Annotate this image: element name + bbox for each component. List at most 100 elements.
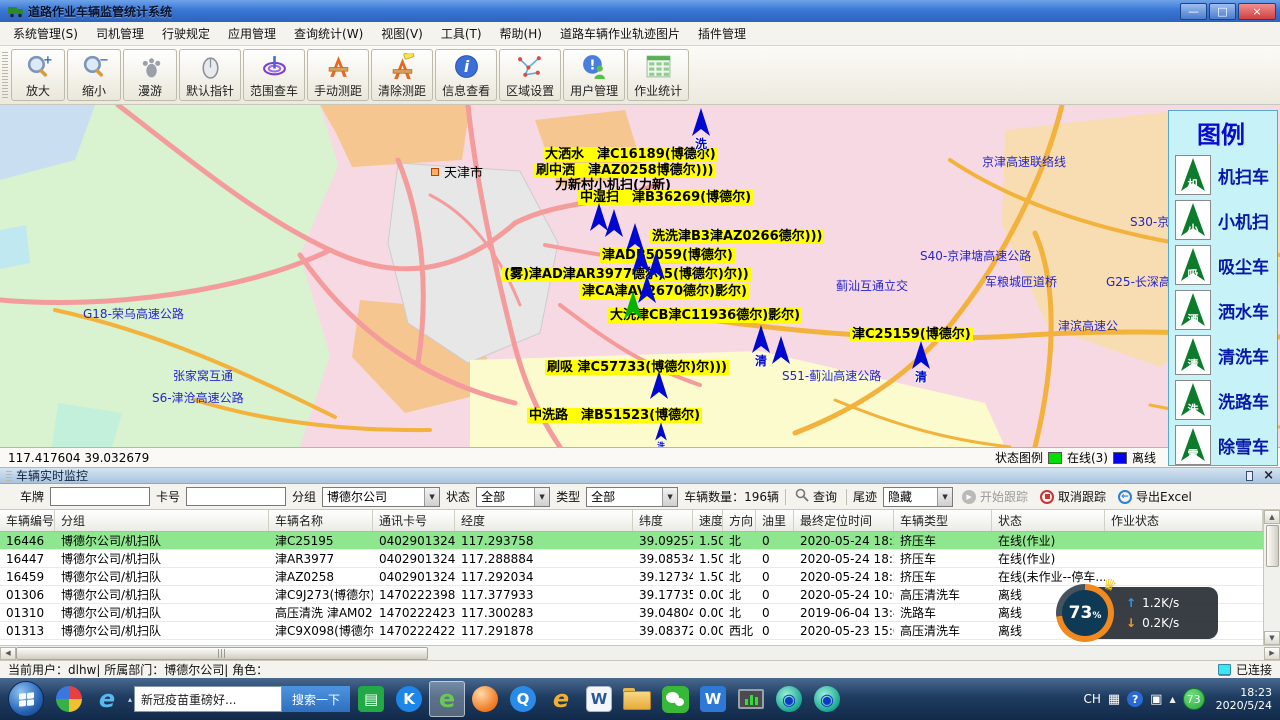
toolbar-measure-button[interactable]: 手动测距 — [307, 49, 369, 101]
help-icon[interactable]: ? — [1127, 691, 1143, 707]
vehicle-marker[interactable] — [622, 291, 644, 321]
toolbar-region-button[interactable]: 区域设置 — [499, 49, 561, 101]
scroll-right-icon[interactable]: ▶ — [1264, 647, 1280, 660]
toolbar-pan-button[interactable]: 漫游 — [123, 49, 177, 101]
kingsoft-icon[interactable]: K — [391, 681, 427, 717]
column-header[interactable]: 车辆编号 — [0, 510, 55, 531]
table-horizontal-scrollbar[interactable]: ◀ ▶ — [0, 645, 1280, 660]
toolbar-erase-button[interactable]: 清除测距 — [371, 49, 433, 101]
column-header[interactable]: 纬度 — [633, 510, 693, 531]
status-select[interactable]: 全部▼ — [476, 487, 550, 507]
menu-item-5[interactable]: 查询统计(W) — [285, 22, 372, 45]
minimize-button[interactable]: — — [1180, 3, 1207, 20]
table-row[interactable]: 16447博德尔公司/机扫队津AR3977040290132417117.288… — [0, 550, 1263, 568]
column-header[interactable]: 油里 — [756, 510, 794, 531]
vehicle-label[interactable]: 洗洗津B3津AZ0266德尔))) — [650, 229, 824, 244]
show-hidden-icons[interactable]: ▲ — [1169, 695, 1175, 704]
pin-icon[interactable] — [1246, 471, 1253, 481]
vehicle-label[interactable]: 刷中洒 津AZ0258博德尔))) — [534, 163, 716, 178]
column-header[interactable]: 经度 — [455, 510, 633, 531]
stacked-windows-icon[interactable]: ▣ — [1150, 692, 1162, 707]
menu-item-9[interactable]: 道路车辆作业轨迹图片 — [551, 22, 689, 45]
vehicle-label[interactable]: (雾)津AD津AR3977德尔)5(博德尔)尔)) — [502, 267, 751, 282]
pinwheel-app-icon[interactable] — [51, 681, 87, 717]
scroll-thumb[interactable] — [1266, 525, 1279, 567]
keyboard-icon[interactable]: ▦ — [1108, 692, 1120, 707]
toolbar-info-button[interactable]: i信息查看 — [435, 49, 497, 101]
map-app-icon-2[interactable]: ◉ — [809, 681, 845, 717]
column-header[interactable]: 速度 — [693, 510, 723, 531]
panel-close-icon[interactable]: × — [1263, 471, 1274, 481]
menu-item-6[interactable]: 视图(V) — [372, 22, 432, 45]
folder-icon[interactable] — [619, 681, 655, 717]
toolbar-users-button[interactable]: !用户管理 — [563, 49, 625, 101]
monitor-panel-header[interactable]: 车辆实时监控 × — [0, 468, 1280, 484]
scroll-up-icon[interactable]: ▲ — [1264, 510, 1280, 524]
word-icon[interactable]: W — [581, 681, 617, 717]
toolbar-pointer-button[interactable]: 默认指针 — [179, 49, 241, 101]
search-go-button[interactable]: 搜索一下 — [282, 686, 350, 712]
search-box[interactable]: 新冠疫苗重磅好... — [134, 686, 282, 712]
maximize-button[interactable]: □ — [1209, 3, 1236, 20]
group-select[interactable]: 博德尔公司▼ — [322, 487, 440, 507]
table-row[interactable]: 16446博德尔公司/机扫队津C25195040290132416117.293… — [0, 532, 1263, 550]
qq-browser-icon[interactable]: Q — [505, 681, 541, 717]
menu-item-4[interactable]: 应用管理 — [219, 22, 285, 45]
vehicle-marker[interactable] — [770, 336, 792, 366]
hscroll-thumb[interactable] — [16, 647, 428, 660]
search-deskband[interactable]: ▴新冠疫苗重磅好...搜索一下 — [128, 681, 350, 717]
toolbar-stats-button[interactable]: 作业统计 — [627, 49, 689, 101]
wps-icon[interactable]: W — [695, 681, 731, 717]
menu-item-2[interactable]: 司机管理 — [87, 22, 153, 45]
column-header[interactable]: 状态 — [992, 510, 1105, 531]
vehicle-label[interactable]: 津ADB5059(博德尔) — [600, 248, 735, 263]
query-button[interactable]: 查询 — [792, 486, 840, 507]
column-header[interactable]: 最终定位时间 — [794, 510, 894, 531]
wechat-icon[interactable] — [657, 681, 693, 717]
table-vertical-scrollbar[interactable]: ▲ ▼ — [1263, 510, 1280, 645]
menu-item-10[interactable]: 插件管理 — [689, 22, 755, 45]
vehicle-marker[interactable]: 清 — [910, 341, 932, 383]
orange-browser-icon[interactable] — [467, 681, 503, 717]
toolbar-zoom-out-button[interactable]: −缩小 — [67, 49, 121, 101]
column-header[interactable]: 分组 — [55, 510, 269, 531]
network-speed-widget[interactable]: ↑1.2K/s ↓0.2K/s 73% ♛ — [1056, 582, 1256, 644]
toolbar-range-button[interactable]: 范围查车 — [243, 49, 305, 101]
vehicle-label[interactable]: 津C25159(博德尔) — [850, 327, 973, 342]
vehicle-label[interactable]: 刷吸 津C57733(博德尔)尔))) — [545, 360, 729, 375]
map-canvas[interactable]: 天津市 京津高速联络线S30-京S40-京津塘高速公路军粮城匝道桥G25-长深高… — [0, 105, 1280, 447]
export-excel-button[interactable]: ← 导出Excel — [1115, 486, 1195, 507]
trail-select[interactable]: 隐藏▼ — [883, 487, 953, 507]
menu-item-1[interactable]: 系统管理(S) — [4, 22, 87, 45]
sogou-e-icon[interactable]: e — [543, 681, 579, 717]
perf-monitor-icon[interactable] — [733, 681, 769, 717]
column-header[interactable]: 方向 — [723, 510, 756, 531]
map-app-icon[interactable]: ◉ — [771, 681, 807, 717]
vehicle-marker[interactable]: 洗 — [654, 422, 668, 447]
scroll-left-icon[interactable]: ◀ — [0, 647, 16, 660]
start-track-button[interactable]: ▶ 开始跟踪 — [959, 486, 1031, 507]
browser-360-icon[interactable]: e — [429, 681, 465, 717]
language-indicator[interactable]: CH — [1083, 692, 1100, 706]
vehicle-marker[interactable]: 洗 — [690, 108, 712, 150]
start-button[interactable] — [8, 681, 44, 717]
close-button[interactable]: × — [1238, 3, 1276, 20]
green-doc-app-icon[interactable]: ▤ — [353, 681, 389, 717]
vehicle-marker[interactable]: 清 — [750, 325, 772, 367]
toolbar-zoom-in-button[interactable]: +放大 — [11, 49, 65, 101]
card-input[interactable] — [186, 487, 286, 506]
plate-input[interactable] — [50, 487, 150, 506]
column-header[interactable]: 作业状态 — [1105, 510, 1263, 531]
taskbar-clock[interactable]: 18:23 2020/5/24 — [1216, 686, 1272, 712]
column-header[interactable]: 车辆名称 — [269, 510, 373, 531]
menu-item-3[interactable]: 行驶规定 — [153, 22, 219, 45]
type-select[interactable]: 全部▼ — [586, 487, 678, 507]
column-header[interactable]: 通讯卡号 — [373, 510, 455, 531]
memory-percent-ball[interactable]: 73% ♛ — [1056, 584, 1114, 642]
scroll-down-icon[interactable]: ▼ — [1264, 631, 1280, 645]
ie-icon[interactable]: e — [89, 681, 125, 717]
column-header[interactable]: 车辆类型 — [894, 510, 992, 531]
cancel-track-button[interactable]: 取消跟踪 — [1037, 486, 1109, 507]
vehicle-label[interactable]: 中洗路 津B51523(博德尔) — [527, 408, 702, 423]
menu-item-8[interactable]: 帮助(H) — [491, 22, 551, 45]
